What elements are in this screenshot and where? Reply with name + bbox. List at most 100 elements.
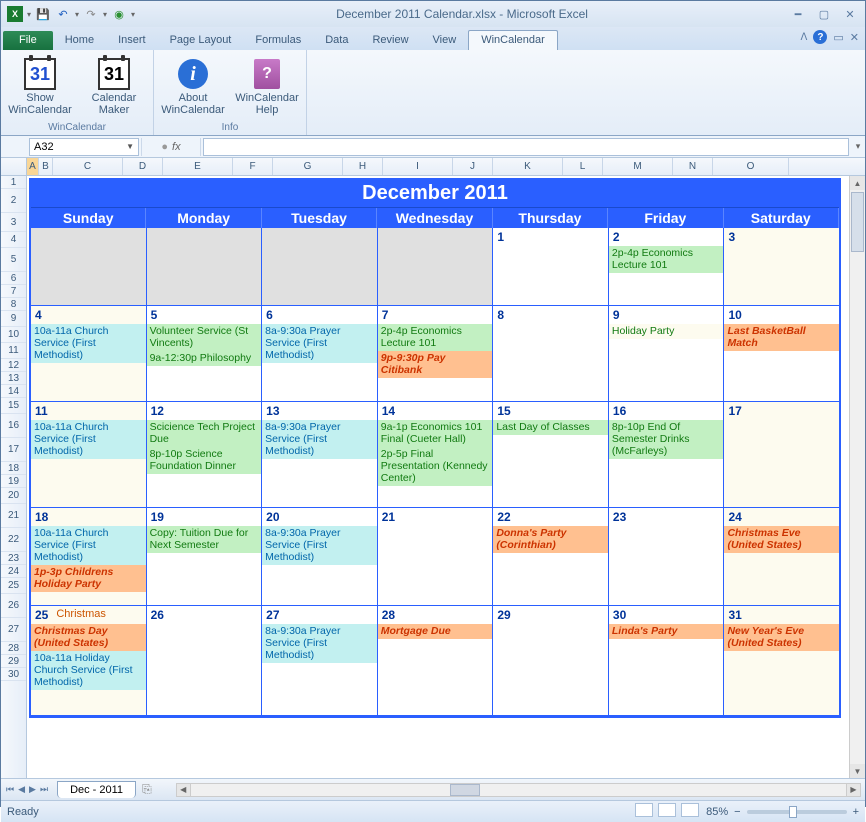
row-header[interactable]: 19	[1, 475, 26, 488]
calendar-day-cell[interactable]: 8	[493, 306, 609, 402]
calendar-event[interactable]: 10a-11a Church Service (First Methodist)	[31, 526, 146, 565]
sheet-nav-first-icon[interactable]: ⏮	[5, 784, 15, 795]
calendar-event[interactable]: Holiday Party	[609, 324, 724, 339]
calendar-event[interactable]: Last Day of Classes	[493, 420, 608, 435]
column-header[interactable]: J	[453, 158, 493, 175]
tab-home[interactable]: Home	[53, 31, 106, 50]
scrollbar-thumb[interactable]	[851, 192, 864, 252]
ribbon-collapse-icon[interactable]: ᐱ	[801, 32, 808, 43]
calendar-day-cell[interactable]: 28 Mortgage Due	[378, 606, 494, 716]
tab-wincalendar[interactable]: WinCalendar	[468, 30, 558, 50]
calendar-day-cell[interactable]: 25Christmas Christmas Day (United States…	[31, 606, 147, 716]
row-header[interactable]: 27	[1, 618, 26, 642]
name-box-dropdown-icon[interactable]: ▼	[126, 142, 134, 151]
sheet-nav-last-icon[interactable]: ⏭	[39, 784, 49, 795]
row-header[interactable]: 2	[1, 189, 26, 213]
page-break-view-button[interactable]	[681, 803, 699, 817]
calendar-event[interactable]: 8p-10p Science Foundation Dinner	[147, 447, 262, 474]
insert-sheet-icon[interactable]: ⎘	[142, 782, 152, 797]
sheet-area[interactable]: December 2011 SundayMondayTuesdayWednesd…	[27, 176, 865, 778]
calendar-day-cell[interactable]: 3	[724, 228, 839, 306]
calendar-day-cell[interactable]	[147, 228, 263, 306]
row-header[interactable]: 22	[1, 528, 26, 552]
column-header[interactable]: G	[273, 158, 343, 175]
row-header[interactable]: 6	[1, 272, 26, 285]
column-header[interactable]: M	[603, 158, 673, 175]
row-header[interactable]: 4	[1, 232, 26, 248]
fx-label[interactable]: ●fx	[141, 138, 201, 156]
calendar-day-cell[interactable]: 138a-9:30a Prayer Service (First Methodi…	[262, 402, 378, 508]
save-icon[interactable]: 💾	[35, 6, 51, 22]
close-button[interactable]: ✕	[841, 6, 859, 22]
row-header[interactable]: 29	[1, 655, 26, 668]
show-wincalendar-button[interactable]: 31 Show WinCalendar	[7, 54, 73, 120]
row-header[interactable]: 28	[1, 642, 26, 655]
calendar-event[interactable]: 2p-4p Economics Lecture 101	[609, 246, 724, 273]
tab-formulas[interactable]: Formulas	[243, 31, 313, 50]
row-header[interactable]: 14	[1, 385, 26, 398]
calendar-day-cell[interactable]: 21	[378, 508, 494, 606]
scroll-left-icon[interactable]: ◀	[177, 784, 191, 796]
calendar-day-cell[interactable]	[262, 228, 378, 306]
calendar-event[interactable]: Linda's Party	[609, 624, 724, 639]
calendar-day-cell[interactable]: 68a-9:30a Prayer Service (First Methodis…	[262, 306, 378, 402]
scrollbar-thumb[interactable]	[450, 784, 480, 796]
row-header[interactable]: 26	[1, 594, 26, 618]
row-header[interactable]: 20	[1, 488, 26, 504]
row-header[interactable]: 30	[1, 668, 26, 681]
calendar-day-cell[interactable]: 1810a-11a Church Service (First Methodis…	[31, 508, 147, 606]
help-icon[interactable]: ?	[813, 30, 827, 44]
window-close-icon[interactable]: ✕	[850, 31, 859, 44]
tab-page-layout[interactable]: Page Layout	[158, 31, 244, 50]
calendar-day-cell[interactable]: 19 Copy: Tuition Due for Next Semester	[147, 508, 263, 606]
undo-icon[interactable]: ↶	[55, 6, 71, 22]
formula-bar-expand-icon[interactable]: ▾	[851, 141, 865, 152]
calendar-event[interactable]: 2p-4p Economics Lecture 101	[378, 324, 493, 351]
page-layout-view-button[interactable]	[658, 803, 676, 817]
wincalendar-qat-icon[interactable]: ◉	[111, 6, 127, 22]
calendar-event[interactable]: New Year's Eve (United States)	[724, 624, 839, 651]
row-header[interactable]: 5	[1, 248, 26, 272]
calendar-day-cell[interactable]: 1	[493, 228, 609, 306]
calendar-day-cell[interactable]: 29	[493, 606, 609, 716]
calendar-day-cell[interactable]: 72p-4p Economics Lecture 1019p-9:30p Pay…	[378, 306, 494, 402]
calendar-day-cell[interactable]	[378, 228, 494, 306]
row-header[interactable]: 7	[1, 285, 26, 298]
calendar-day-cell[interactable]: 1110a-11a Church Service (First Methodis…	[31, 402, 147, 508]
column-header[interactable]: O	[713, 158, 789, 175]
maximize-button[interactable]: ▢	[815, 6, 833, 22]
column-header[interactable]: D	[123, 158, 163, 175]
calendar-maker-button[interactable]: 31 Calendar Maker	[81, 54, 147, 120]
calendar-day-cell[interactable]: 31 New Year's Eve (United States)	[724, 606, 839, 716]
about-wincalendar-button[interactable]: i About WinCalendar	[160, 54, 226, 120]
calendar-day-cell[interactable]: 30 Linda's Party	[609, 606, 725, 716]
calendar-day-cell[interactable]: 208a-9:30a Prayer Service (First Methodi…	[262, 508, 378, 606]
row-header[interactable]: 3	[1, 213, 26, 232]
row-header[interactable]: 23	[1, 552, 26, 565]
row-header[interactable]: 11	[1, 343, 26, 359]
scroll-up-icon[interactable]: ▲	[850, 176, 865, 190]
zoom-level[interactable]: 85%	[706, 806, 728, 818]
calendar-event[interactable]: 10a-11a Church Service (First Methodist)	[31, 324, 146, 363]
scroll-right-icon[interactable]: ▶	[846, 784, 860, 796]
zoom-out-button[interactable]: −	[734, 806, 740, 818]
calendar-day-cell[interactable]: 9 Holiday Party	[609, 306, 725, 402]
select-all-corner[interactable]	[1, 158, 27, 175]
sheet-tab[interactable]: Dec - 2011	[57, 781, 136, 798]
calendar-event[interactable]: Christmas Eve (United States)	[724, 526, 839, 553]
calendar-event[interactable]: 8a-9:30a Prayer Service (First Methodist…	[262, 324, 377, 363]
tab-review[interactable]: Review	[360, 31, 420, 50]
calendar-day-cell[interactable]: 24 Christmas Eve (United States)	[724, 508, 839, 606]
row-header[interactable]: 15	[1, 398, 26, 414]
calendar-day-cell[interactable]: 12 Scicience Tech Project Due8p-10p Scie…	[147, 402, 263, 508]
row-header[interactable]: 10	[1, 327, 26, 343]
calendar-event[interactable]: 8a-9:30a Prayer Service (First Methodist…	[262, 624, 377, 663]
calendar-event[interactable]: Mortgage Due	[378, 624, 493, 639]
row-header[interactable]: 8	[1, 298, 26, 311]
calendar-day-cell[interactable]: 15 Last Day of Classes	[493, 402, 609, 508]
row-header[interactable]: 25	[1, 578, 26, 594]
calendar-day-cell[interactable]: 10 Last BasketBall Match	[724, 306, 839, 402]
calendar-event[interactable]: 9a-1p Economics 101 Final (Cueter Hall)	[378, 420, 493, 447]
calendar-day-cell[interactable]: 5 Volunteer Service (St Vincents)9a-12:3…	[147, 306, 263, 402]
row-header[interactable]: 21	[1, 504, 26, 528]
